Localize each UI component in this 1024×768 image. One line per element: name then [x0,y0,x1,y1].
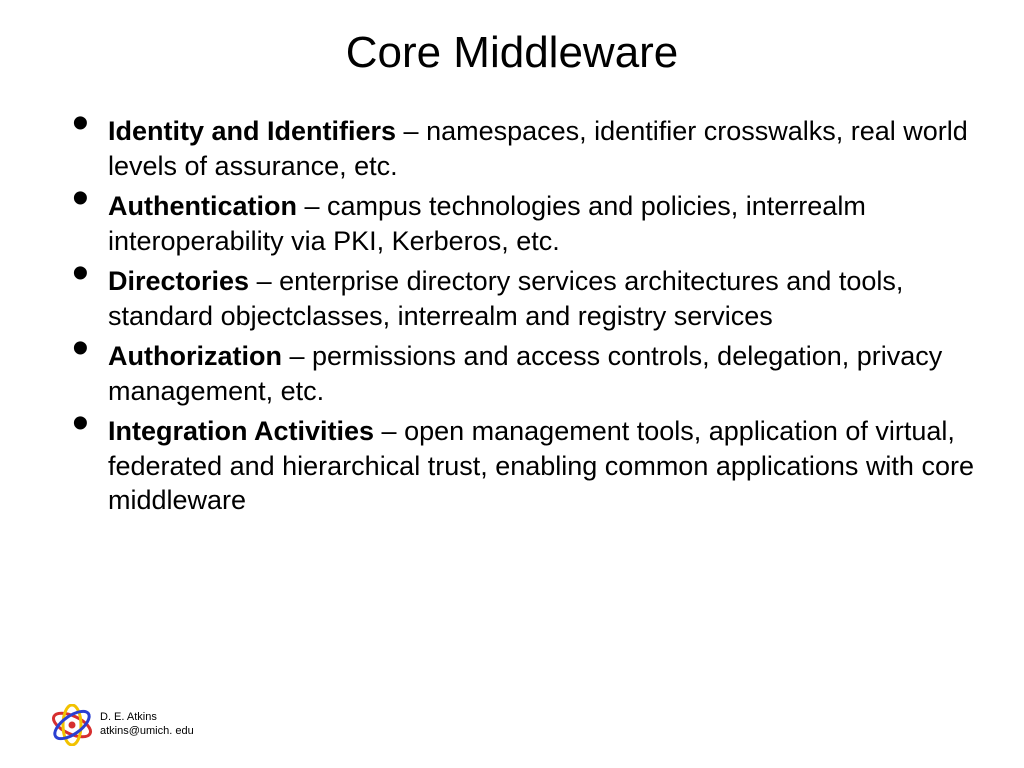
atom-logo-icon [50,704,94,746]
footer-text: D. E. Atkins atkins@umich. edu [100,711,194,739]
slide-title: Core Middleware [50,28,974,78]
list-item: Identity and Identifiers – namespaces, i… [80,114,974,183]
bullet-bold: Directories [108,266,249,296]
list-item: Integration Activities – open management… [80,414,974,518]
footer-author: D. E. Atkins [100,711,194,725]
bullet-bold: Integration Activities [108,416,374,446]
list-item: Authentication – campus technologies and… [80,189,974,258]
list-item: Directories – enterprise directory servi… [80,264,974,333]
bullet-bold: Identity and Identifiers [108,116,396,146]
slide: Core Middleware Identity and Identifiers… [0,0,1024,768]
bullet-bold: Authentication [108,191,297,221]
list-item: Authorization – permissions and access c… [80,339,974,408]
footer-email: atkins@umich. edu [100,725,194,739]
bullet-bold: Authorization [108,341,282,371]
bullet-list: Identity and Identifiers – namespaces, i… [50,114,974,518]
footer: D. E. Atkins atkins@umich. edu [50,704,194,746]
